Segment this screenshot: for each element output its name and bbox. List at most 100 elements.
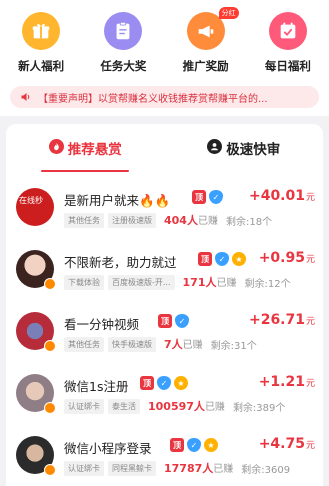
quick-action-tasks[interactable]: 任务大奖	[82, 6, 164, 80]
task-meta: 其他任务 快手极速版 7人已赚 剩余:31个	[64, 336, 257, 352]
remaining-count: 剩余:3609	[241, 464, 291, 476]
gold-medal-icon: ★	[204, 438, 218, 452]
earned-number: 7人	[164, 338, 183, 351]
task-row[interactable]: 不限新老，助力就过 顶 ✓ ★ +0.95元 下载体验 百度极速版-开... 1…	[6, 246, 323, 308]
remaining-count: 剩余:31个	[210, 340, 257, 352]
earned-suffix: 已赚	[182, 340, 203, 351]
task-badges: 顶 ✓	[158, 314, 189, 328]
earned-number: 100597人	[148, 400, 205, 413]
earned-count: 171人已赚	[183, 274, 237, 290]
shield-icon: ✓	[209, 190, 223, 204]
reward-unit: 元	[305, 193, 315, 203]
quick-action-label: 推广奖励	[182, 59, 229, 73]
quick-action-label: 任务大奖	[100, 59, 147, 73]
reward-amount: +0.95	[258, 250, 305, 266]
task-meta: 认证绑卡 泰生活 100597人已赚 剩余:389个	[64, 398, 285, 414]
task-tag: 其他任务	[64, 336, 104, 352]
earned-number: 171人	[182, 276, 217, 289]
tab-label: 推荐悬赏	[67, 142, 122, 158]
task-row[interactable]: 看一分钟视频 顶 ✓ +26.71元 其他任务 快手极速版 7人已赚 剩余:31…	[6, 308, 323, 370]
task-tabs: 推荐悬赏 极速快审	[6, 138, 323, 174]
earned-suffix: 已赚	[204, 402, 225, 413]
notice-text: 【重要声明】以赏帮赚名义收钱推荐赏帮赚平台的...	[38, 93, 268, 105]
quick-action-newbie[interactable]: 新人福利	[0, 6, 82, 80]
quick-action-daily[interactable]: 每日福利	[247, 6, 329, 80]
promo-badge: 分红	[218, 7, 239, 19]
task-reward: +40.01元	[249, 188, 315, 204]
task-reward: +26.71元	[249, 312, 315, 328]
task-row[interactable]: 在线秒 是新用户就来🔥🔥 顶 ✓ +40.01元 其他任务 注册极速版 404人…	[6, 184, 323, 246]
clipboard-icon	[104, 12, 143, 50]
reward-unit: 元	[305, 317, 315, 327]
shield-icon: ✓	[215, 252, 229, 266]
task-meta: 下载体验 百度极速版-开... 171人已赚 剩余:12个	[64, 274, 291, 290]
megaphone-icon: 分红	[186, 7, 239, 50]
flame-icon	[48, 139, 64, 154]
task-title: 微信1s注册	[64, 379, 129, 394]
earned-suffix: 已赚	[213, 464, 234, 475]
shield-icon: ✓	[175, 314, 189, 328]
remaining-count: 剩余:18个	[225, 216, 273, 228]
task-badges: 顶 ✓ ★	[170, 438, 218, 452]
remaining-count: 剩余:389个	[232, 402, 286, 414]
earned-number: 404人	[164, 214, 198, 227]
gold-medal-icon: ★	[174, 376, 188, 390]
quick-action-promo[interactable]: 分红 推广奖励	[165, 6, 247, 80]
reward-unit: 元	[305, 255, 315, 265]
reward-unit: 元	[305, 379, 315, 389]
reward-amount: +1.21	[258, 374, 305, 390]
task-reward: +0.95元	[259, 250, 315, 266]
tab-recommended[interactable]: 推荐悬赏	[6, 138, 165, 174]
task-badges: 顶 ✓ ★	[198, 252, 246, 266]
task-badges: 顶 ✓	[192, 190, 223, 204]
task-tag: 同程黑鲸卡	[108, 460, 156, 476]
top-panel: 新人福利 任务大奖 分红 推广奖励 每日福利 【重要声明】以赏帮赚名义收钱推荐赏…	[0, 0, 329, 116]
task-tag: 快手极速版	[108, 336, 156, 352]
notice-bar[interactable]: 【重要声明】以赏帮赚名义收钱推荐赏帮赚平台的...	[10, 86, 319, 108]
tab-fast-review[interactable]: 极速快审	[165, 138, 324, 174]
reward-amount: +26.71	[248, 312, 305, 328]
task-row[interactable]: 微信1s注册 顶 ✓ ★ +1.21元 认证绑卡 泰生活 100597人已赚 剩…	[6, 370, 323, 432]
tab-label: 极速快审	[226, 142, 281, 158]
gold-medal-icon: ★	[232, 252, 246, 266]
top-badge: 顶	[140, 376, 154, 390]
task-title: 看一分钟视频	[64, 317, 140, 332]
shield-icon: ✓	[157, 376, 171, 390]
earned-count: 100597人已赚	[148, 398, 225, 414]
earned-count: 7人已赚	[164, 336, 203, 352]
task-tag: 认证绑卡	[64, 460, 104, 476]
task-badges: 顶 ✓ ★	[140, 376, 188, 390]
task-title: 微信小程序登录	[64, 441, 152, 456]
task-list: 在线秒 是新用户就来🔥🔥 顶 ✓ +40.01元 其他任务 注册极速版 404人…	[6, 184, 323, 486]
task-title: 是新用户就来🔥🔥	[64, 193, 171, 208]
task-tag: 下载体验	[64, 274, 104, 290]
quick-action-label: 每日福利	[264, 59, 311, 73]
task-tag: 百度极速版-开...	[108, 274, 175, 290]
top-badge: 顶	[198, 252, 212, 266]
certified-icon	[44, 340, 56, 352]
task-reward: +1.21元	[259, 374, 315, 390]
quick-action-label: 新人福利	[18, 59, 65, 73]
earned-number: 17787人	[164, 462, 214, 475]
task-list-card: 推荐悬赏 极速快审 在线秒 是新用户就来🔥🔥 顶 ✓ +40.01元 其他任务 …	[6, 124, 323, 486]
task-reward: +4.75元	[259, 436, 315, 452]
user-icon	[207, 139, 223, 154]
calendar-check-icon	[268, 12, 307, 50]
reward-unit: 元	[305, 441, 315, 451]
certified-icon	[44, 402, 56, 414]
earned-count: 404人已赚	[164, 212, 218, 228]
avatar: 在线秒	[16, 188, 54, 226]
top-badge: 顶	[170, 438, 184, 452]
remaining-count: 剩余:12个	[244, 278, 291, 290]
certified-icon	[44, 464, 56, 476]
task-tag: 其他任务	[64, 212, 104, 228]
earned-suffix: 已赚	[216, 278, 237, 289]
quick-actions: 新人福利 任务大奖 分红 推广奖励 每日福利	[0, 6, 329, 80]
gift-icon	[22, 12, 61, 50]
task-meta: 认证绑卡 同程黑鲸卡 17787人已赚 剩余:3609	[64, 460, 290, 476]
reward-amount: +4.75	[258, 436, 305, 452]
task-row[interactable]: 微信小程序登录 顶 ✓ ★ +4.75元 认证绑卡 同程黑鲸卡 17787人已赚…	[6, 432, 323, 486]
certified-icon	[44, 278, 56, 290]
task-meta: 其他任务 注册极速版 404人已赚 剩余:18个	[64, 212, 272, 228]
task-tag: 泰生活	[108, 398, 140, 414]
